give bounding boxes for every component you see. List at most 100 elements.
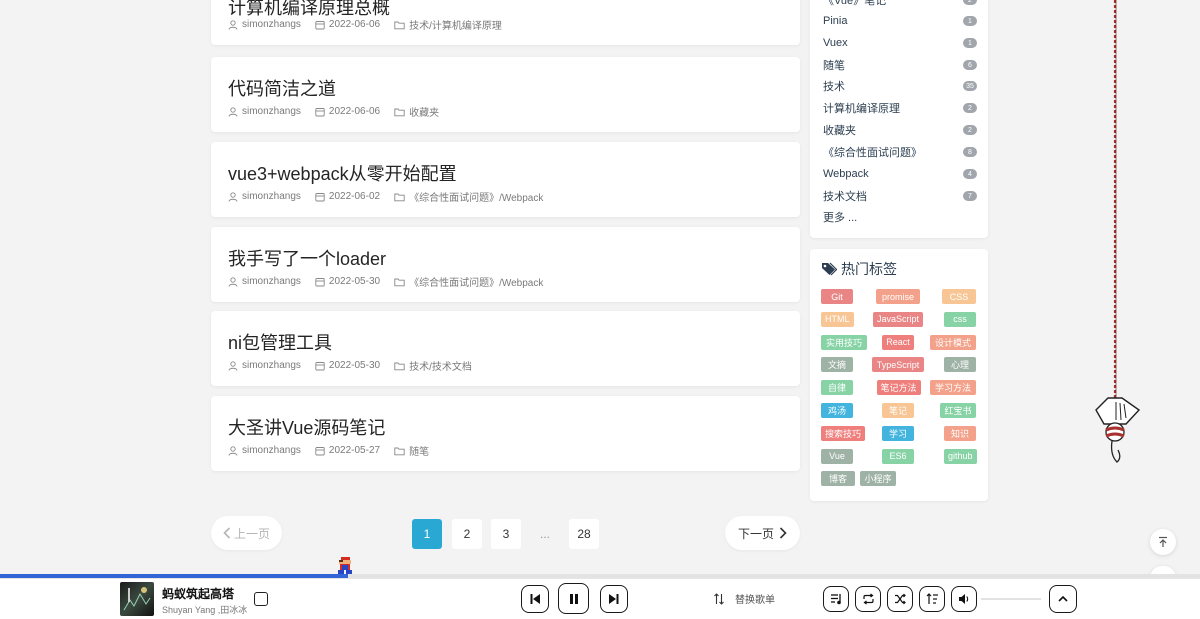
post-card[interactable]: 代码简洁之道 simonzhangs 2022-06-06 收藏夹 [211, 57, 800, 132]
tag-鸡汤[interactable]: 鸡汤 [821, 403, 853, 418]
shuffle-button[interactable] [887, 586, 913, 612]
page-number-current[interactable]: 1 [412, 519, 442, 549]
repeat-button[interactable] [855, 586, 881, 612]
tag-自律[interactable]: 自律 [821, 380, 853, 396]
post-author[interactable]: simonzhangs [228, 19, 301, 30]
post-card[interactable]: vue3+webpack从零开始配置 simonzhangs 2022-06-0… [211, 142, 800, 217]
post-card[interactable]: 我手写了一个loader simonzhangs 2022-05-30 《综合性… [211, 227, 800, 302]
tag-react[interactable]: React [882, 334, 914, 350]
category-item[interactable]: 技术文档 7 [823, 187, 977, 205]
tag-知识[interactable]: 知识 [944, 425, 976, 441]
post-title[interactable]: 大圣讲Vue源码笔记 [228, 414, 385, 440]
sort-list-icon [926, 593, 938, 604]
tag-设计模式[interactable]: 设计模式 [930, 334, 976, 350]
category-name: 《综合性面试问题》 [823, 147, 922, 159]
post-date: 2022-05-30 [315, 360, 380, 371]
user-icon [228, 19, 238, 30]
page-number[interactable]: 2 [452, 519, 482, 549]
next-track-button[interactable] [600, 585, 628, 613]
post-date-label: 2022-06-02 [328, 191, 381, 202]
post-title[interactable]: ni包管理工具 [228, 329, 332, 355]
swap-vertical-icon [714, 592, 724, 605]
lyrics-button[interactable] [919, 586, 945, 612]
tag-学习[interactable]: 学习 [882, 425, 914, 441]
pause-icon [569, 593, 578, 604]
like-checkbox[interactable] [254, 592, 268, 606]
page-number[interactable]: 3 [491, 519, 521, 549]
post-card[interactable]: 计算机编译原理总概 simonzhangs 2022-06-06 技术/计算机编… [211, 0, 800, 45]
post-category[interactable]: 随笔 [394, 443, 429, 458]
folder-icon [394, 278, 405, 286]
tag-搜索技巧[interactable]: 搜索技巧 [821, 425, 866, 441]
tag-es6[interactable]: ES6 [882, 448, 914, 464]
tag-promise[interactable]: promise [876, 289, 920, 304]
post-category-label: 《综合性面试问题》/Webpack [409, 278, 544, 289]
expand-player-button[interactable] [1049, 585, 1077, 613]
tag-git[interactable]: Git [821, 289, 853, 304]
category-item[interactable]: 计算机编译原理 2 [823, 99, 977, 117]
playlist-button[interactable] [823, 586, 849, 612]
folder-icon [394, 362, 405, 370]
post-date-label: 2022-06-06 [328, 19, 381, 30]
page-number[interactable]: 28 [569, 519, 599, 549]
song-title: 蚂蚁筑起高塔 [162, 587, 235, 601]
category-item[interactable]: 随笔 6 [823, 56, 977, 74]
post-author[interactable]: simonzhangs [228, 191, 301, 202]
tag-小程序[interactable]: 小程序 [860, 471, 896, 487]
post-author-label: simonzhangs [242, 191, 301, 202]
category-item[interactable]: 《综合性面试问题》 8 [823, 143, 977, 161]
post-author[interactable]: simonzhangs [228, 276, 301, 287]
category-item[interactable]: Vuex 1 [823, 34, 977, 52]
next-page-button[interactable]: 下一页 [725, 516, 800, 550]
post-card[interactable]: 大圣讲Vue源码笔记 simonzhangs 2022-05-27 随笔 [211, 396, 800, 471]
volume-slider[interactable] [981, 598, 1041, 600]
post-category[interactable]: 技术/计算机编译原理 [394, 17, 502, 32]
post-category[interactable]: 技术/技术文档 [394, 358, 472, 373]
post-category[interactable]: 《综合性面试问题》/Webpack [394, 274, 543, 289]
back-to-top-button[interactable] [1150, 529, 1176, 555]
post-author[interactable]: simonzhangs [228, 106, 301, 117]
tag-笔记[interactable]: 笔记 [882, 403, 914, 418]
tag-学习方法[interactable]: 学习方法 [930, 380, 976, 396]
previous-track-button[interactable] [521, 585, 549, 613]
category-item[interactable]: Pinia 1 [823, 12, 977, 30]
post-author-label: simonzhangs [242, 360, 301, 371]
tag-红宝书[interactable]: 红宝书 [940, 403, 976, 418]
tag-css[interactable]: CSS [942, 289, 976, 304]
calendar-icon [315, 192, 325, 201]
tag-心理[interactable]: 心理 [944, 357, 976, 373]
tag-博客[interactable]: 博客 [821, 471, 855, 487]
pause-button[interactable] [558, 583, 589, 614]
post-category[interactable]: 《综合性面试问题》/Webpack [394, 189, 543, 204]
category-item[interactable]: Webpack 4 [823, 165, 977, 183]
post-card[interactable]: ni包管理工具 simonzhangs 2022-05-30 技术/技术文档 [211, 311, 800, 386]
tag-html[interactable]: HTML [821, 311, 854, 327]
post-author-label: simonzhangs [242, 106, 301, 117]
tag-css[interactable]: css [944, 311, 976, 327]
tag-github[interactable]: github [944, 448, 977, 464]
tag-typescript[interactable]: TypeScript [872, 357, 924, 373]
post-meta: simonzhangs 2022-06-06 技术/计算机编译原理 [228, 17, 516, 32]
volume-button[interactable] [951, 586, 977, 612]
tag-笔记方法[interactable]: 笔记方法 [876, 380, 921, 396]
post-author[interactable]: simonzhangs [228, 445, 301, 456]
post-title[interactable]: 代码简洁之道 [228, 75, 336, 101]
category-item[interactable]: 《Vue》笔记 2 [823, 0, 977, 9]
tag-实用技巧[interactable]: 实用技巧 [821, 334, 867, 350]
tag-javascript[interactable]: JavaScript [873, 311, 924, 327]
user-icon [228, 445, 238, 456]
post-author[interactable]: simonzhangs [228, 360, 301, 371]
post-title[interactable]: vue3+webpack从零开始配置 [228, 160, 457, 186]
switch-playlist-button[interactable]: 替换歌单 [713, 591, 775, 606]
prev-page-button[interactable]: 上一页 [211, 516, 282, 550]
post-category-label: 《综合性面试问题》/Webpack [409, 193, 544, 204]
category-item[interactable]: 技术 35 [823, 77, 977, 95]
tag-vue[interactable]: Vue [821, 448, 853, 464]
category-item[interactable]: 收藏夹 2 [823, 121, 977, 139]
tag-文摘[interactable]: 文摘 [821, 357, 853, 373]
post-category[interactable]: 收藏夹 [394, 104, 439, 119]
category-count: 2 [963, 103, 977, 113]
album-cover[interactable] [120, 582, 154, 616]
post-title[interactable]: 我手写了一个loader [228, 245, 386, 271]
categories-more-link[interactable]: 更多 ... [823, 208, 977, 226]
